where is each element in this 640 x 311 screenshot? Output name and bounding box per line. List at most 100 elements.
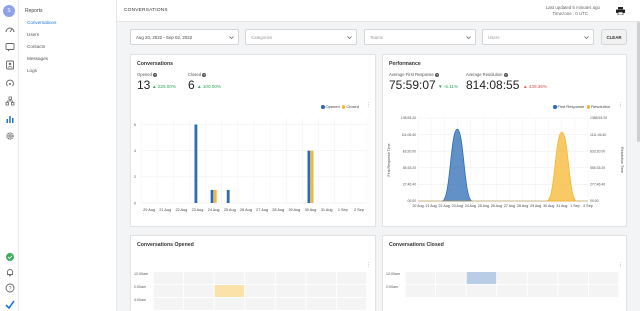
info-icon[interactable]: ? xyxy=(503,72,508,77)
closed-kpi-value: 6 xyxy=(188,78,195,92)
x-tick-label: 23 Aug xyxy=(192,208,204,212)
y-left-tick-label: 00:00 xyxy=(408,199,417,203)
y-tick-label: 4 xyxy=(134,149,136,153)
y-left-tick-label: 83:20:00 xyxy=(403,149,416,153)
x-tick-label: 27 Aug xyxy=(504,204,515,208)
date-range-filter[interactable]: Aug 20, 2022 - Sep 02, 2022 xyxy=(130,29,239,45)
heatmap-cell xyxy=(275,272,306,284)
heatmap-cell xyxy=(153,298,184,310)
categories-placeholder: Categories xyxy=(251,35,273,40)
y-tick-label: 2 xyxy=(134,175,136,179)
users-placeholder: Users xyxy=(488,35,500,40)
heatmap-cell xyxy=(405,272,436,284)
legend-opened[interactable]: Opened xyxy=(326,104,340,109)
opened-legend-dot xyxy=(321,105,325,109)
legend-resolution[interactable]: Resolution xyxy=(591,104,610,109)
sidebar-item-contacts[interactable]: Contacts xyxy=(27,44,45,49)
heatmap-cell xyxy=(466,272,497,284)
contact-card-icon[interactable] xyxy=(4,59,15,70)
help-icon[interactable]: ? xyxy=(4,282,15,293)
heatmap-cell xyxy=(588,285,619,297)
ar-change-text: 439.36% xyxy=(528,84,547,89)
heatmap-cell xyxy=(184,272,214,284)
sidebar-item-users[interactable]: Users xyxy=(27,32,39,37)
icon-rail: S ? xyxy=(0,0,19,311)
heatmap-cell xyxy=(497,285,527,297)
info-icon[interactable]: ? xyxy=(435,72,440,77)
area-resolution xyxy=(546,131,578,202)
x-tick-label: 31 Aug xyxy=(556,204,567,208)
teams-filter[interactable]: Teams xyxy=(364,29,476,45)
sidebar-item-logs[interactable]: Logs xyxy=(27,68,37,73)
x-tick-label: 1 Sep xyxy=(570,204,579,208)
card-title: Performance xyxy=(389,61,421,67)
bar-opened xyxy=(307,150,311,203)
sidebar-item-messages[interactable]: Messages xyxy=(27,56,48,61)
bar-closed xyxy=(310,150,314,203)
reports-chart-icon[interactable] xyxy=(4,113,15,124)
opened-kpi-value: 13 xyxy=(137,78,151,92)
y-left-tick-label: 111:06:40 xyxy=(401,133,416,137)
y-right-axis-label: Resolution Time xyxy=(620,147,624,173)
broadcast-icon[interactable] xyxy=(4,77,15,88)
bar-opened xyxy=(210,189,214,203)
x-tick-label: 27 Aug xyxy=(256,208,268,212)
online-status-icon[interactable] xyxy=(4,251,15,262)
hierarchy-icon[interactable] xyxy=(4,95,15,106)
heatmap-cell xyxy=(527,272,558,284)
y-right-tick-label: 277:46:40 xyxy=(590,183,605,187)
performance-card: Performance Average First Response ? 75:… xyxy=(382,54,627,227)
y-right-tick-label: 00:00 xyxy=(590,199,599,203)
card-title: Conversations Closed xyxy=(389,242,444,248)
more-options-icon[interactable]: ⋮ xyxy=(366,102,371,108)
heatmap-row-label: 12:00am xyxy=(134,272,148,276)
opened-kpi-change: ▲ 225.00% xyxy=(152,84,176,89)
legend-closed[interactable]: Closed xyxy=(346,104,358,109)
legend-first-response[interactable]: First Response xyxy=(558,104,585,109)
ar-kpi-value: 814:08:55 xyxy=(466,78,520,92)
closed-kpi-change: ▲ 100.00% xyxy=(197,84,221,89)
top-bar: CONVERSATIONS Last updated 5 minutes ago… xyxy=(117,0,640,22)
chevron-down-icon xyxy=(347,36,352,39)
conversations-bar-chart: 0 2 4 6 20 Aug 21 Aug 22 Aug 23 Aug 24 Aug 25 Aug… xyxy=(134,118,368,212)
x-tick-label: 31 Aug xyxy=(321,208,333,212)
heatmap-row-label: 2:00am xyxy=(134,285,146,289)
heatmap-row-label: 4:00am xyxy=(134,298,146,302)
info-icon[interactable]: ? xyxy=(153,72,158,77)
chat-icon[interactable] xyxy=(4,41,15,52)
y-left-tick-label: 27:46:40 xyxy=(403,183,416,187)
heatmap-cell xyxy=(214,272,245,284)
y-right-tick-label: 1388:53:20 xyxy=(590,116,607,120)
x-tick-label: 29 Aug xyxy=(530,204,541,208)
bell-icon[interactable] xyxy=(4,266,15,277)
x-tick-label: 26 Aug xyxy=(240,208,252,212)
heatmap-cell xyxy=(245,298,275,310)
closed-heatmap: 12:00am 2:00am xyxy=(386,272,619,297)
categories-filter[interactable]: Categories xyxy=(245,29,357,45)
main-content: CONVERSATIONS Last updated 5 minutes ago… xyxy=(117,0,640,311)
sidebar-title: Reports xyxy=(25,8,43,14)
y-right-tick-label: 555:33:20 xyxy=(590,166,605,170)
heatmap-cell xyxy=(306,285,336,297)
x-tick-label: 26 Aug xyxy=(491,204,502,208)
sidebar-item-conversations[interactable]: Conversations xyxy=(27,20,56,25)
conversations-legend: Opened Closed xyxy=(321,104,359,109)
x-tick-label: 22 Aug xyxy=(439,204,450,208)
settings-gear-icon[interactable] xyxy=(4,130,15,141)
users-filter[interactable]: Users xyxy=(482,29,594,45)
more-options-icon[interactable]: ⋮ xyxy=(618,102,623,108)
clear-filters-button[interactable]: CLEAR xyxy=(601,29,627,45)
avatar[interactable]: S xyxy=(3,5,15,17)
print-icon[interactable] xyxy=(616,7,625,15)
reports-sidebar: Reports Conversations Users Contacts Mes… xyxy=(19,0,117,311)
heatmap-cell xyxy=(184,298,214,310)
x-tick-label: 20 Aug xyxy=(143,208,155,212)
last-updated-text: Last updated 5 minutes ago xyxy=(545,5,600,10)
more-options-icon[interactable]: ⋮ xyxy=(618,262,623,268)
gauge-icon[interactable] xyxy=(4,24,15,35)
more-options-icon[interactable]: ⋮ xyxy=(366,262,371,268)
y-tick-label: 6 xyxy=(134,123,136,127)
y-right-tick-label: 833:20:00 xyxy=(590,149,605,153)
heatmap-cell xyxy=(245,285,275,297)
info-icon[interactable]: ? xyxy=(202,72,207,77)
